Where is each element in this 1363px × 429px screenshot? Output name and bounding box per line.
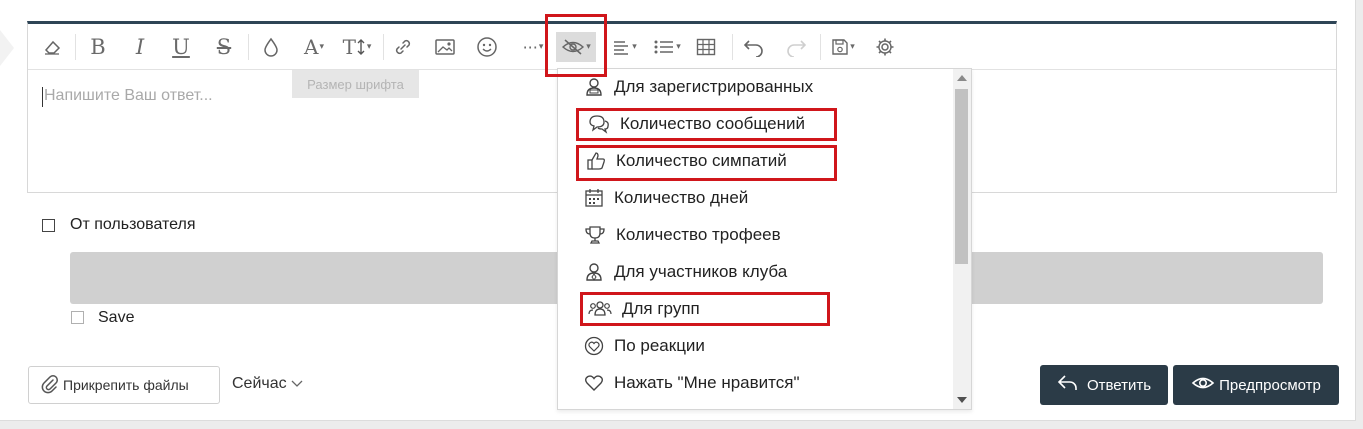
paperclip-icon <box>41 374 59 397</box>
attach-files-button[interactable]: Прикрепить файлы <box>28 366 220 404</box>
menu-item-label: По реакции <box>614 336 705 355</box>
menu-item-message-count[interactable]: Количество сообщений <box>588 114 805 134</box>
toolbar-separator <box>732 34 733 60</box>
preview-button[interactable]: Предпросмотр <box>1173 365 1339 405</box>
calendar-icon <box>584 188 604 208</box>
settings-gear-icon[interactable] <box>871 32 899 62</box>
menu-item-label: Количество трофеев <box>616 225 781 244</box>
menu-item-reaction[interactable]: По реакции <box>584 336 705 356</box>
save-draft-icon[interactable]: ▾ <box>825 32 861 62</box>
undo-icon[interactable] <box>740 32 768 62</box>
more-options-icon[interactable]: ··· ▾ <box>514 32 552 62</box>
save-label: Save <box>98 309 135 326</box>
editor-placeholder[interactable]: Напишите Ваш ответ... <box>44 87 213 105</box>
toolbar-separator <box>383 34 384 60</box>
toolbar-separator <box>248 34 249 60</box>
table-icon[interactable] <box>692 32 720 62</box>
panel-notch <box>0 30 14 66</box>
menu-item-days-count[interactable]: Количество дней <box>584 188 748 208</box>
text-cursor <box>42 87 43 107</box>
reply-label: Ответить <box>1086 376 1152 394</box>
menu-item-like[interactable]: Нажать "Мне нравится" <box>584 373 799 393</box>
menu-item-label: Для групп <box>622 299 700 318</box>
attach-files-label: Прикрепить файлы <box>63 377 189 393</box>
menu-item-label: Нажать "Мне нравится" <box>614 373 800 392</box>
editor-toolbar: B I U S A ▾ T ▾ ··· ▾ ▾ ▾ ▾ ▾ <box>28 24 1336 70</box>
eye-icon <box>1191 374 1215 396</box>
thumbs-up-icon <box>586 151 606 171</box>
emoji-icon[interactable] <box>472 32 502 62</box>
schedule-dropdown[interactable]: Сейчас <box>232 375 303 393</box>
chevron-down-icon <box>291 375 303 392</box>
font-size-icon[interactable]: T ▾ <box>337 32 377 62</box>
trophy-icon <box>584 225 606 245</box>
image-icon[interactable] <box>430 32 460 62</box>
color-drop-icon[interactable] <box>257 32 285 62</box>
menu-item-label: Для зарегистрированных <box>614 77 814 96</box>
hide-content-icon[interactable]: ▾ <box>556 32 596 62</box>
menu-item-registered[interactable]: Для зарегистрированных <box>584 77 813 97</box>
comments-icon <box>588 114 610 134</box>
align-icon[interactable]: ▾ <box>606 32 642 62</box>
menu-item-label: Количество симпатий <box>616 151 787 170</box>
toolbar-separator <box>75 34 76 60</box>
strikethrough-icon[interactable]: S <box>210 32 238 62</box>
italic-icon[interactable]: I <box>126 32 154 62</box>
menu-item-label: Количество дней <box>614 188 749 207</box>
club-member-icon <box>584 262 604 282</box>
from-user-label: От пользователя <box>70 216 196 233</box>
menu-item-trophies-count[interactable]: Количество трофеев <box>584 225 781 245</box>
menu-item-label: Для участников клуба <box>614 262 788 281</box>
link-icon[interactable] <box>389 32 417 62</box>
eraser-icon[interactable] <box>38 32 66 62</box>
users-icon <box>588 299 612 319</box>
menu-item-groups[interactable]: Для групп <box>588 299 700 319</box>
underline-icon[interactable]: U <box>167 32 195 62</box>
scrollbar-thumb[interactable] <box>955 89 968 264</box>
reaction-icon <box>584 336 604 356</box>
menu-item-likes-count[interactable]: Количество симпатий <box>586 151 787 171</box>
menu-item-club-members[interactable]: Для участников клуба <box>584 262 787 282</box>
redo-icon[interactable] <box>782 32 810 62</box>
scroll-down-icon[interactable] <box>957 397 967 403</box>
user-check-icon <box>584 77 604 97</box>
list-icon[interactable]: ▾ <box>648 32 686 62</box>
hide-options-dropdown: Для зарегистрированных Количество сообще… <box>557 68 972 410</box>
font-size-tooltip: Размер шрифта <box>292 70 419 98</box>
heart-icon <box>584 373 604 393</box>
dropdown-scrollbar[interactable] <box>953 69 971 409</box>
toolbar-separator <box>820 34 821 60</box>
schedule-label: Сейчас <box>232 375 287 392</box>
font-family-icon[interactable]: A ▾ <box>295 32 333 62</box>
scroll-up-icon[interactable] <box>957 75 967 81</box>
from-user-checkbox[interactable] <box>42 219 55 232</box>
menu-item-label: Количество сообщений <box>620 114 805 133</box>
save-checkbox[interactable] <box>71 311 84 324</box>
preview-label: Предпросмотр <box>1219 376 1321 394</box>
reply-button[interactable]: Ответить <box>1040 365 1168 405</box>
reply-icon <box>1057 374 1079 396</box>
bold-icon[interactable]: B <box>84 32 112 62</box>
